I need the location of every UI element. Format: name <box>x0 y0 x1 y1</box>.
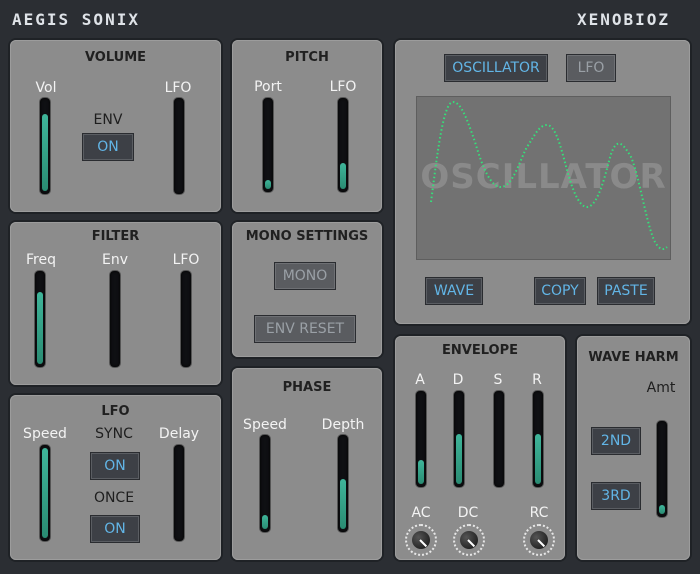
phase-speed-label: Speed <box>243 417 287 433</box>
tab-lfo[interactable]: LFO <box>566 54 616 82</box>
lfo-title: LFO <box>101 404 130 419</box>
tab-oscillator[interactable]: OSCILLATOR <box>444 54 548 82</box>
copy-button[interactable]: COPY <box>534 277 586 305</box>
env-on-button[interactable]: ON <box>82 133 134 161</box>
pitch-lfo-label: LFO <box>329 79 357 95</box>
depth-label: Depth <box>321 417 365 433</box>
pitch-title: PITCH <box>285 50 329 65</box>
once-label: ONCE <box>93 490 135 506</box>
envelope-title: ENVELOPE <box>442 343 518 358</box>
pitch-panel: PITCH Port LFO <box>232 40 382 212</box>
filter-lfo-slider[interactable] <box>180 270 192 368</box>
pitch-lfo-slider[interactable] <box>337 97 349 193</box>
rc-label: RC <box>529 505 549 521</box>
ac-label: AC <box>411 505 431 521</box>
lfo-speed-label: Speed <box>23 426 67 442</box>
port-label: Port <box>254 79 282 95</box>
lfo-delay-slider[interactable] <box>173 444 185 542</box>
filter-panel: FILTER Freq Env LFO <box>10 222 221 385</box>
oscillator-panel: OSCILLATOR LFO OSCILLATOR WAVE COPY PAST… <box>395 40 690 324</box>
paste-button[interactable]: PASTE <box>597 277 655 305</box>
release-slider[interactable] <box>532 390 544 488</box>
port-slider[interactable] <box>262 97 274 193</box>
once-on-button[interactable]: ON <box>90 515 140 543</box>
dc-label: DC <box>457 505 479 521</box>
xenobioz-logo: XENOBIOZ <box>576 10 670 29</box>
lfo-panel: LFO Speed SYNC Delay ON ONCE ON <box>10 395 221 560</box>
lfo-speed-slider[interactable] <box>39 444 51 542</box>
mono-settings-title: MONO SETTINGS <box>245 229 369 244</box>
3rd-harmonic-button[interactable]: 3RD <box>591 482 641 510</box>
volume-lfo-label: LFO <box>164 80 192 96</box>
wave-button[interactable]: WAVE <box>425 277 483 305</box>
ac-knob[interactable] <box>405 524 437 556</box>
decay-label: D <box>452 372 464 388</box>
brand-logo: AEGIS SONIX <box>12 10 140 29</box>
depth-slider[interactable] <box>337 434 349 533</box>
filter-lfo-label: LFO <box>172 252 200 268</box>
sync-on-button[interactable]: ON <box>90 452 140 480</box>
attack-label: A <box>415 372 425 388</box>
decay-slider[interactable] <box>453 390 465 488</box>
phase-title: PHASE <box>282 380 332 395</box>
volume-panel: VOLUME Vol LFO ENV ON <box>10 40 221 212</box>
filter-env-label: Env <box>101 252 129 268</box>
freq-slider[interactable] <box>34 270 46 368</box>
oscillator-display[interactable]: OSCILLATOR <box>416 96 671 260</box>
waveform-line <box>430 100 668 251</box>
phase-speed-slider[interactable] <box>259 434 271 533</box>
vol-slider[interactable] <box>39 97 51 195</box>
freq-label: Freq <box>26 252 56 268</box>
rc-knob[interactable] <box>523 524 555 556</box>
2nd-harmonic-button[interactable]: 2ND <box>591 427 641 455</box>
filter-env-slider[interactable] <box>109 270 121 368</box>
wave-harm-panel: WAVE HARM Amt 2ND 3RD <box>577 336 690 560</box>
env-reset-button[interactable]: ENV RESET <box>254 315 356 343</box>
env-label: ENV <box>93 112 123 128</box>
wave-harm-title: WAVE HARM <box>588 350 679 365</box>
mono-button[interactable]: MONO <box>274 262 336 290</box>
sync-label: SYNC <box>95 426 133 442</box>
sustain-slider[interactable] <box>493 390 505 488</box>
dc-knob[interactable] <box>453 524 485 556</box>
volume-lfo-slider[interactable] <box>173 97 185 195</box>
waveform-plot <box>430 100 668 251</box>
amt-label: Amt <box>646 380 676 396</box>
amt-slider[interactable] <box>656 420 668 518</box>
filter-title: FILTER <box>91 229 140 244</box>
release-label: R <box>532 372 542 388</box>
phase-panel: PHASE Speed Depth <box>232 368 382 560</box>
volume-title: VOLUME <box>84 50 147 65</box>
delay-label: Delay <box>158 426 200 442</box>
envelope-panel: ENVELOPE A D S R AC DC RC <box>395 336 565 560</box>
sustain-label: S <box>493 372 503 388</box>
mono-settings-panel: MONO SETTINGS MONO ENV RESET <box>232 222 382 357</box>
vol-label: Vol <box>35 80 57 96</box>
attack-slider[interactable] <box>415 390 427 488</box>
